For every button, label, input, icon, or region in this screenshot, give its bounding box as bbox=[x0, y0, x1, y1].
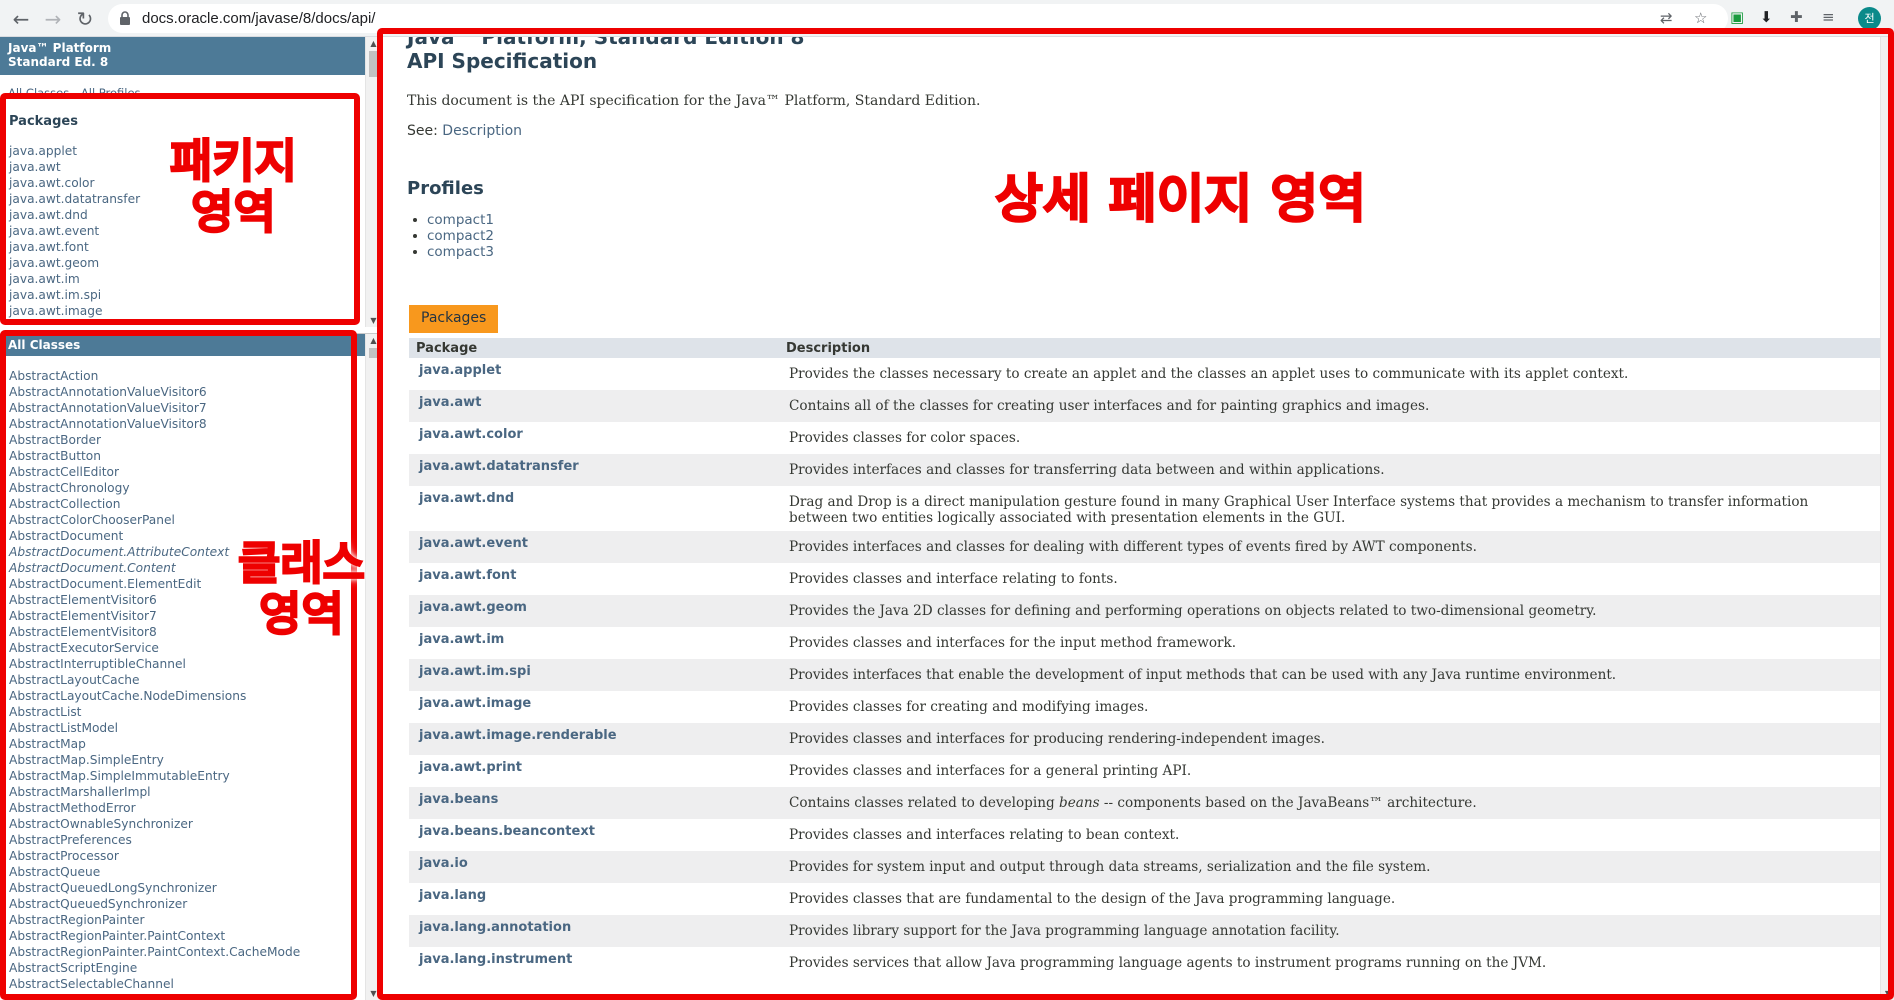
detail-area-label: 상세 페이지 영역 bbox=[994, 170, 1367, 230]
extension-green-icon[interactable]: ▣ bbox=[1730, 8, 1744, 26]
package-area-label: 패키지 영역 bbox=[169, 134, 298, 239]
back-arrow-icon[interactable]: ← bbox=[8, 6, 34, 32]
forward-arrow-icon[interactable]: → bbox=[40, 6, 66, 32]
class-area-label: 클래스 영역 bbox=[237, 536, 366, 641]
reload-icon[interactable]: ↻ bbox=[72, 6, 98, 32]
lock-icon[interactable] bbox=[118, 11, 132, 25]
reading-list-icon[interactable]: ≡ bbox=[1822, 8, 1835, 26]
download-extension-icon[interactable]: ⬇ bbox=[1760, 8, 1773, 26]
extensions-puzzle-icon[interactable]: ✚ bbox=[1790, 8, 1803, 26]
platform-header: Java™ Platform Standard Ed. 8 bbox=[0, 37, 380, 75]
class-area-highlight bbox=[0, 330, 357, 1000]
bookmark-star-icon[interactable]: ☆ bbox=[1694, 9, 1707, 27]
translate-icon[interactable]: ⇄ bbox=[1660, 9, 1673, 27]
profile-avatar[interactable]: 전 bbox=[1858, 7, 1881, 30]
url-text[interactable]: docs.oracle.com/javase/8/docs/api/ bbox=[142, 10, 375, 27]
